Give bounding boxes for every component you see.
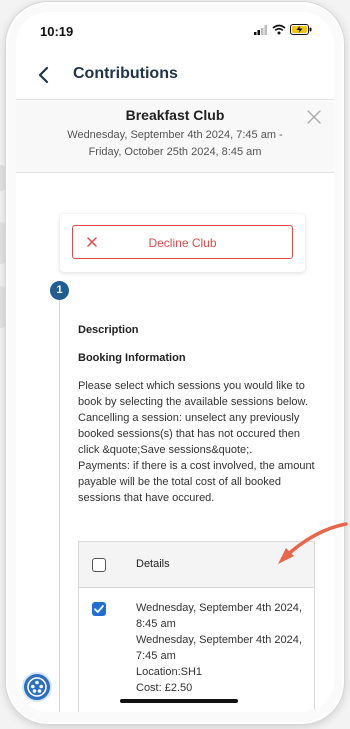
page-title: Contributions bbox=[73, 65, 178, 82]
battery-charging-icon bbox=[290, 24, 312, 35]
step-connector bbox=[59, 300, 60, 712]
navigation-bar: Contributions bbox=[16, 50, 334, 100]
checkmark-icon bbox=[94, 605, 104, 613]
decline-club-button[interactable]: Decline Club bbox=[72, 225, 293, 259]
club-dates: Wednesday, September 4th 2024, 7:45 am -… bbox=[67, 129, 283, 158]
close-icon bbox=[307, 110, 321, 124]
session-details: Wednesday, September 4th 2024, 8:45 am W… bbox=[136, 602, 302, 694]
app-screen: 10:19 Contributions Breakfast Club Wedne… bbox=[16, 12, 334, 712]
edge-tab bbox=[0, 222, 5, 264]
annotation-arrow bbox=[278, 522, 348, 564]
booking-information-heading: Booking Information bbox=[78, 352, 186, 364]
booking-instructions: Please select which sessions you would l… bbox=[78, 380, 315, 504]
accessibility-icon bbox=[27, 677, 47, 697]
phone-frame: 10:19 Contributions Breakfast Club Wedne… bbox=[6, 2, 344, 724]
club-title: Breakfast Club bbox=[125, 107, 225, 123]
close-button[interactable] bbox=[306, 109, 322, 125]
edge-tab bbox=[0, 165, 5, 191]
decline-card: Decline Club bbox=[60, 214, 305, 272]
select-all-checkbox[interactable] bbox=[92, 558, 106, 572]
session-checkbox[interactable] bbox=[92, 602, 106, 616]
status-time: 10:19 bbox=[40, 24, 74, 39]
signal-icon bbox=[254, 24, 267, 35]
home-indicator bbox=[120, 699, 238, 703]
details-column-header: Details bbox=[136, 558, 170, 570]
description-heading: Description bbox=[78, 324, 139, 336]
edge-tab bbox=[0, 286, 5, 328]
club-header: Breakfast Club Wednesday, September 4th … bbox=[16, 101, 334, 173]
back-button[interactable] bbox=[34, 64, 54, 86]
accessibility-button[interactable] bbox=[22, 672, 52, 702]
chevron-left-icon bbox=[38, 66, 49, 84]
status-icons bbox=[254, 24, 312, 35]
wifi-icon bbox=[272, 24, 286, 35]
decline-club-label: Decline Club bbox=[148, 236, 217, 250]
status-bar: 10:19 bbox=[16, 12, 334, 48]
step-number-badge: 1 bbox=[50, 281, 69, 300]
